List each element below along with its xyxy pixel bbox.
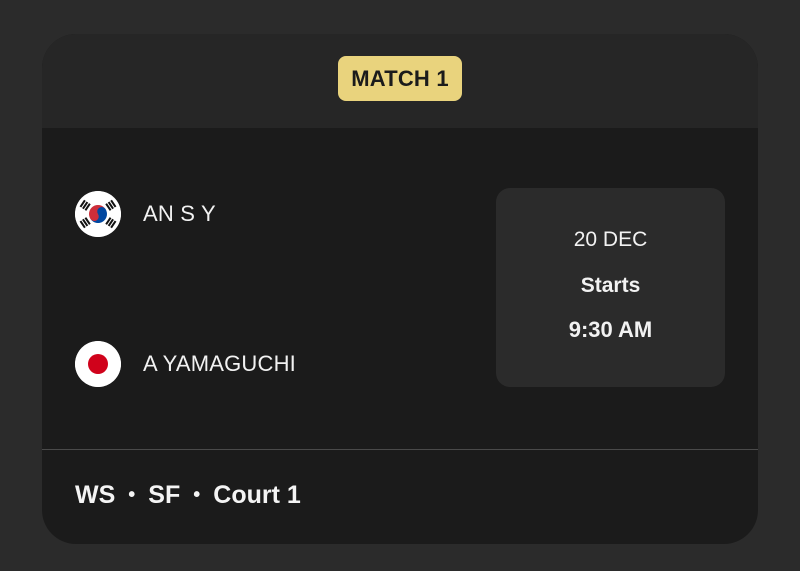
japan-flag-icon: [75, 341, 121, 387]
player-row-1[interactable]: AN S Y: [75, 191, 216, 237]
player-name: AN S Y: [143, 201, 216, 226]
match-body: AN S Y A YAMAGUCHI 20 DEC Starts 9:30 AM: [42, 128, 758, 449]
start-time: 9:30 AM: [568, 317, 653, 342]
south-korea-flag-icon: [75, 191, 121, 237]
match-badge: MATCH 1: [338, 55, 462, 101]
event-label: WS: [75, 481, 116, 509]
separator-dot: •: [128, 484, 136, 506]
match-card[interactable]: MATCH 1 AN S Y A YAMAGUCHI 20 DEC Starts…: [42, 34, 758, 544]
divider: [42, 449, 758, 450]
separator-dot: •: [193, 484, 201, 506]
match-info-footer: WS • SF • Court 1: [75, 481, 301, 510]
match-date: 20 DEC: [573, 228, 648, 251]
card-header: MATCH 1: [42, 34, 758, 128]
schedule-box: 20 DEC Starts 9:30 AM: [496, 188, 725, 387]
round-label: SF: [148, 481, 181, 509]
starts-label: Starts: [580, 274, 641, 297]
court-label: Court 1: [213, 481, 301, 509]
player-row-2[interactable]: A YAMAGUCHI: [75, 341, 296, 387]
player-name: A YAMAGUCHI: [143, 351, 296, 376]
